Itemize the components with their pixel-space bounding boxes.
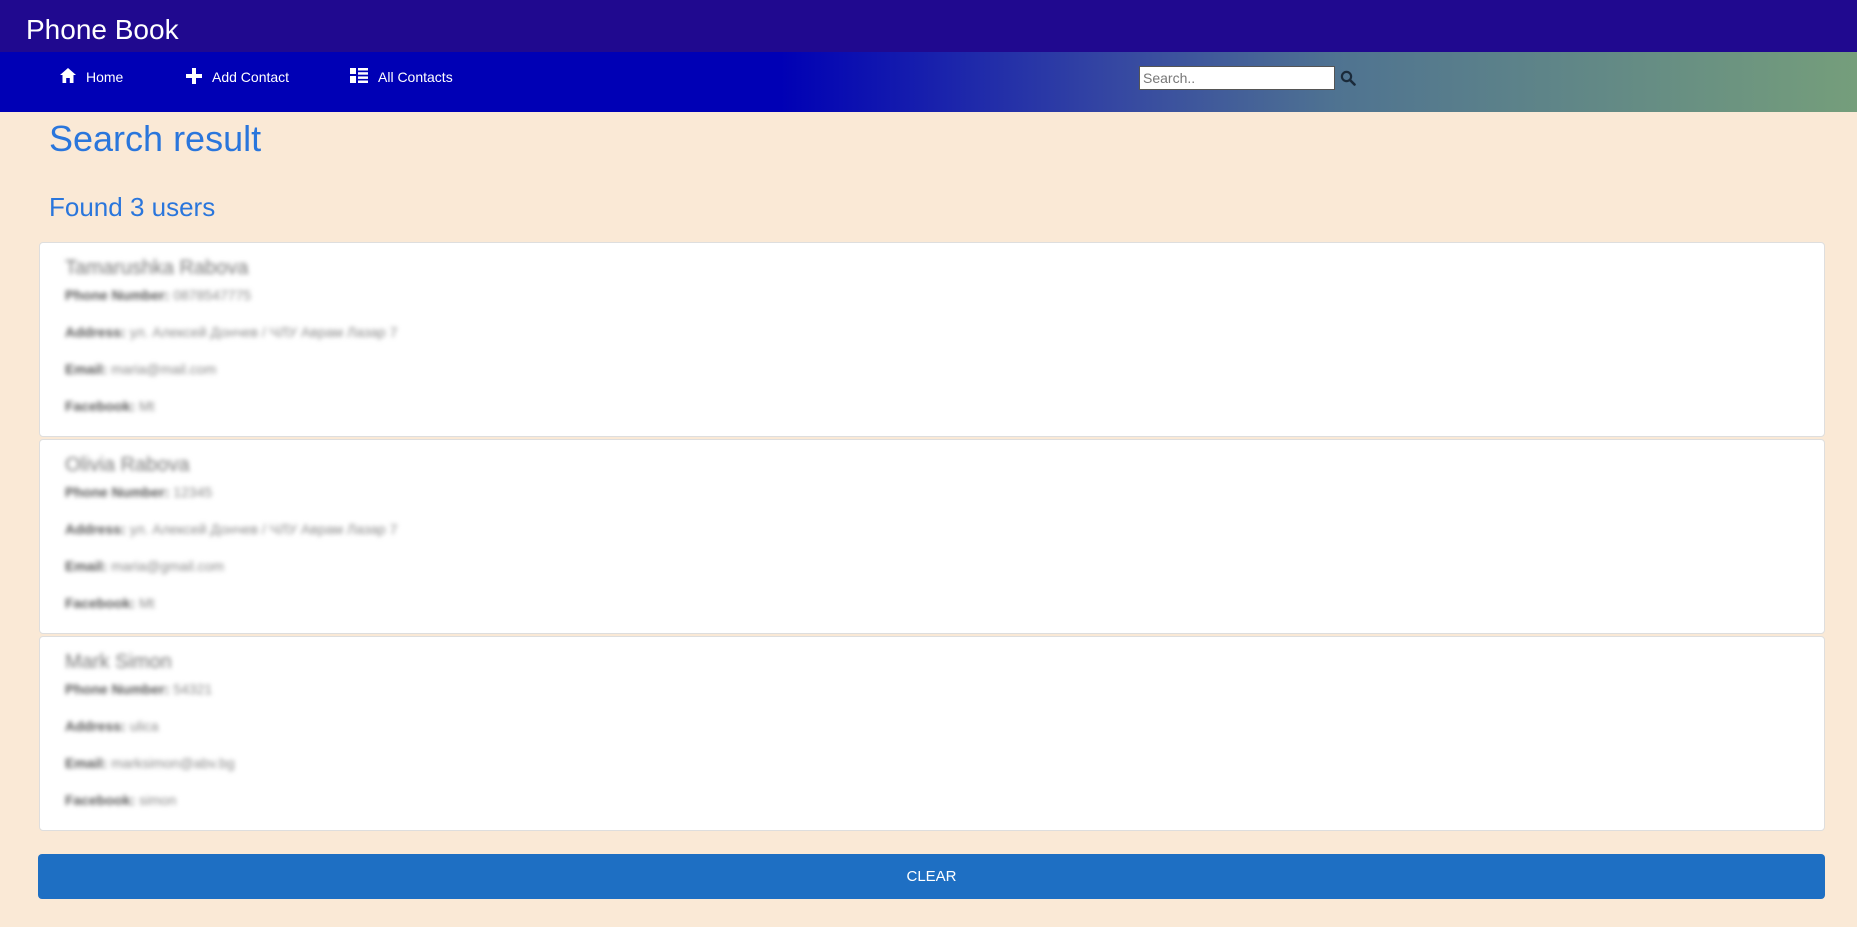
contact-details: Tamarushka Rabova Phone Number: 087854777…	[65, 257, 565, 435]
nav-item-all-contacts[interactable]: All Contacts	[350, 65, 453, 89]
nav-item-label: Add Contact	[212, 69, 290, 85]
nav-item-add-contact[interactable]: Add Contact	[186, 65, 289, 89]
app-title: Phone Book	[26, 14, 179, 45]
field-label: Email:	[65, 755, 108, 771]
results-count: Found 3 users	[49, 192, 216, 222]
contact-phone: Phone Number: 54321	[65, 681, 565, 718]
contact-name: Olivia Rabova	[65, 454, 190, 476]
page-title: Search result	[49, 118, 262, 159]
field-value: 12345	[173, 484, 213, 500]
field-label: Email:	[65, 558, 108, 574]
nav-item-label: Home	[86, 69, 124, 85]
contact-email: Email: maria@mail.com	[65, 361, 565, 398]
contact-card: Tamarushka Rabova Phone Number: 087854777…	[39, 242, 1825, 437]
home-icon	[60, 68, 86, 86]
field-label: Facebook:	[65, 398, 136, 414]
contact-address: Address: ул. Алексей Дончев / ЧЛУ Аврам Л…	[65, 324, 565, 361]
field-value: simon	[139, 792, 177, 808]
field-label: Facebook:	[65, 792, 136, 808]
field-value: ulica	[129, 718, 159, 734]
app-header: Phone Book	[0, 0, 1857, 52]
contact-email: Email: maria@gmail.com	[65, 558, 565, 595]
field-label: Address:	[65, 521, 126, 537]
contact-details: Olivia Rabova Phone Number: 12345 Address…	[65, 454, 565, 632]
field-label: Address:	[65, 718, 126, 734]
field-label: Address:	[65, 324, 126, 340]
field-value: ул. Алексей Дончев / ЧЛУ Аврам Лазар 7	[129, 521, 398, 537]
contact-card: Olivia Rabova Phone Number: 12345 Address…	[39, 439, 1825, 634]
field-value: 54321	[173, 681, 213, 697]
field-label: Facebook:	[65, 595, 136, 611]
field-value: Mt	[139, 595, 155, 611]
field-label: Phone Number:	[65, 681, 170, 697]
field-value: maria@mail.com	[111, 361, 217, 377]
field-label: Email:	[65, 361, 108, 377]
field-value: 0878547775	[173, 287, 252, 303]
contact-facebook: Facebook: simon	[65, 792, 565, 829]
search-icon[interactable]	[1340, 70, 1356, 86]
search-results-list: Tamarushka Rabova Phone Number: 087854777…	[39, 242, 1825, 833]
field-value: ул. Алексей Дончев / ЧЛУ Аврам Лазар 7	[129, 324, 398, 340]
field-value: maria@gmail.com	[111, 558, 225, 574]
contact-email: Email: marksimon@abv.bg	[65, 755, 565, 792]
contact-phone: Phone Number: 12345	[65, 484, 565, 521]
field-value: Mt	[139, 398, 155, 414]
contact-phone: Phone Number: 0878547775	[65, 287, 565, 324]
field-label: Phone Number:	[65, 484, 170, 500]
contact-name: Mark Simon	[65, 651, 172, 673]
contact-name: Tamarushka Rabova	[65, 257, 249, 279]
contact-facebook: Facebook: Mt	[65, 398, 565, 435]
nav-item-label: All Contacts	[378, 69, 453, 85]
clear-button[interactable]: CLEAR	[38, 854, 1825, 899]
main-navbar: Home Add Contact All Contacts	[0, 52, 1857, 112]
nav-item-home[interactable]: Home	[60, 65, 123, 89]
contact-address: Address: ул. Алексей Дончев / ЧЛУ Аврам Л…	[65, 521, 565, 558]
plus-icon	[186, 67, 212, 87]
contact-details: Mark Simon Phone Number: 54321 Address: ul…	[65, 651, 565, 829]
field-label: Phone Number:	[65, 287, 170, 303]
contact-card: Mark Simon Phone Number: 54321 Address: ul…	[39, 636, 1825, 831]
field-value: marksimon@abv.bg	[111, 755, 235, 771]
list-icon	[350, 68, 378, 86]
search-input[interactable]	[1139, 66, 1335, 90]
contact-address: Address: ulica	[65, 718, 565, 755]
contact-facebook: Facebook: Mt	[65, 595, 565, 632]
